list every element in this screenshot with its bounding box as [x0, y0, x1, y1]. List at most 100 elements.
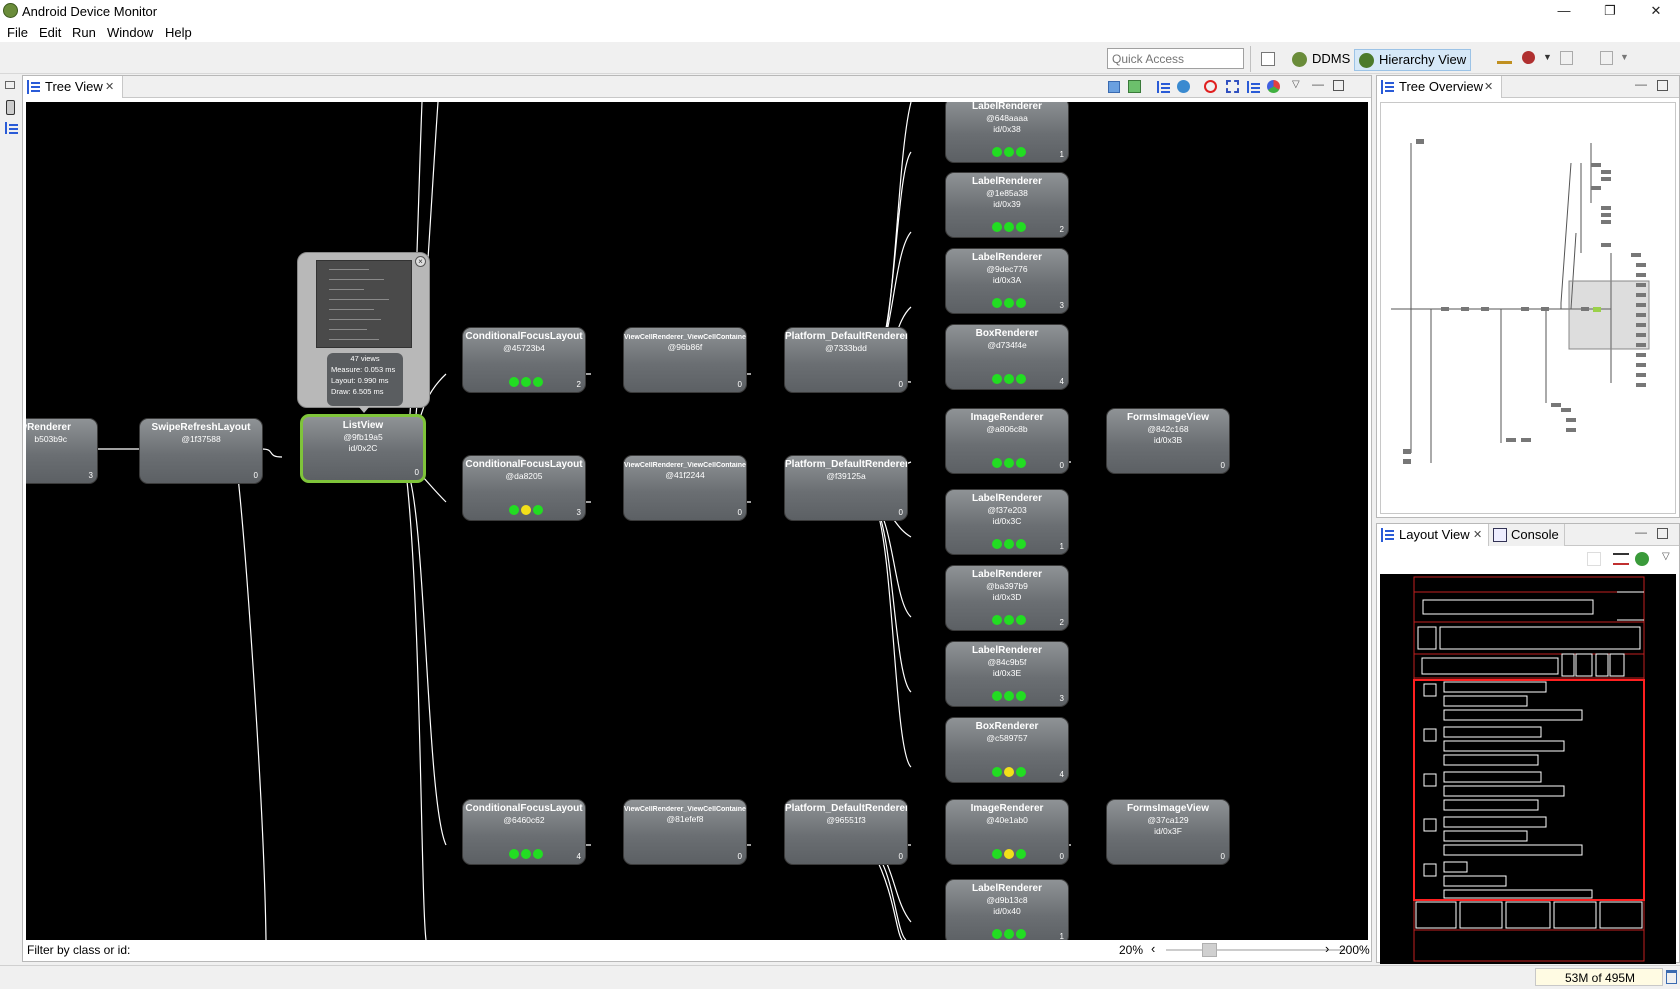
window-title: Android Device Monitor: [22, 4, 158, 19]
zoom-slider-track[interactable]: [1166, 949, 1346, 951]
perspective-hierarchy-view[interactable]: Hierarchy View: [1354, 49, 1472, 71]
load-overlay-icon[interactable]: [1613, 553, 1629, 565]
close-icon[interactable]: ×: [415, 256, 426, 267]
tree-node[interactable]: ConditionalFocusLayout @6460c62 4: [462, 799, 586, 865]
profiling-indicators: [990, 538, 1030, 549]
back-icon[interactable]: [1497, 52, 1512, 64]
tree-node[interactable]: Platform_DefaultRenderer @f39125a 0: [784, 455, 908, 521]
menu-help[interactable]: Help: [165, 25, 192, 40]
tree-node[interactable]: LabelRenderer @d9b13c8 id/0x40 1: [945, 879, 1069, 940]
tree-view-icon: [27, 80, 41, 94]
request-layout-icon[interactable]: [1226, 80, 1239, 93]
tree-node[interactable]: Platform_DefaultRenderer @96551f3 0: [784, 799, 908, 865]
app-icon: [3, 3, 18, 18]
tree-overview-canvas[interactable]: [1380, 102, 1676, 514]
zoom-out-arrow[interactable]: ‹: [1151, 941, 1155, 956]
tree-node[interactable]: LabelRenderer @1e85a38 id/0x39 2: [945, 172, 1069, 238]
invalidate-icon[interactable]: [1204, 80, 1217, 93]
tree-node[interactable]: ConditionalFocusLayout @45723b4 2: [462, 327, 586, 393]
profiling-indicators: [990, 766, 1030, 777]
tab-tree-view[interactable]: Tree View ✕: [23, 76, 123, 98]
tree-node[interactable]: LabelRenderer @648aaaa id/0x38 1: [945, 102, 1069, 163]
tree-node-selected[interactable]: ListView @9fb19a5 id/0x2C 0: [300, 414, 426, 483]
minimize-panel-icon[interactable]: —: [1635, 525, 1647, 539]
tree-node[interactable]: BoxRenderer @c589757 4: [945, 717, 1069, 783]
capture-layers-icon[interactable]: [1128, 80, 1141, 93]
profiling-indicators: [990, 614, 1030, 625]
nav-forward-icon[interactable]: [1600, 51, 1613, 65]
view-menu-icon[interactable]: ▽: [1662, 551, 1670, 562]
tree-node[interactable]: FormsImageView @842c168 id/0x3B 0: [1106, 408, 1230, 474]
load-hierarchy-icon[interactable]: [1157, 81, 1170, 93]
tree-node[interactable]: ewRenderer b503b9c 3: [26, 418, 98, 484]
left-trim-bar: [0, 75, 22, 975]
run-dropdown-icon[interactable]: ▼: [1543, 52, 1552, 62]
tree-node[interactable]: BoxRenderer @d734f4e 4: [945, 324, 1069, 390]
tab-tree-overview[interactable]: Tree Overview ✕: [1377, 76, 1502, 98]
menu-edit[interactable]: Edit: [39, 25, 61, 40]
profiling-indicators: [990, 848, 1030, 859]
tab-layout-view[interactable]: Layout View ✕: [1377, 524, 1489, 546]
tree-node[interactable]: LabelRenderer @9dec776 id/0x3A 3: [945, 248, 1069, 314]
tree-node[interactable]: ViewCellRenderer_ViewCellContainer @41f2…: [623, 455, 747, 521]
maximize-panel-icon[interactable]: [1657, 528, 1668, 539]
view-menu-icon[interactable]: ▽: [1292, 79, 1300, 90]
tree-view-icon[interactable]: [5, 122, 18, 134]
restore-icon[interactable]: [5, 81, 15, 89]
trash-icon[interactable]: [1666, 970, 1677, 984]
profiling-indicators: [507, 376, 547, 387]
maximize-panel-icon[interactable]: [1333, 80, 1344, 91]
show-extras-icon[interactable]: [1587, 552, 1601, 566]
tree-node[interactable]: LabelRenderer @ba397b9 id/0x3D 2: [945, 565, 1069, 631]
tree-node[interactable]: LabelRenderer @f37e203 id/0x3C 1: [945, 489, 1069, 555]
minimize-button[interactable]: —: [1541, 0, 1587, 22]
tab-console[interactable]: Console: [1489, 524, 1565, 546]
save-as-png-icon[interactable]: [1108, 81, 1120, 93]
profile-nodes-icon[interactable]: [1267, 80, 1280, 93]
devices-icon[interactable]: [6, 100, 15, 115]
display-view-icon[interactable]: [1177, 80, 1190, 93]
zoom-slider-thumb[interactable]: [1202, 943, 1217, 957]
profiling-indicators: [507, 848, 547, 859]
tree-view-tabstrip: Tree View ✕ ▽ —: [23, 76, 1371, 98]
tree-node[interactable]: ImageRenderer @a806c8b 0: [945, 408, 1069, 474]
minimize-panel-icon[interactable]: —: [1635, 77, 1647, 91]
tree-node[interactable]: ImageRenderer @40e1ab0 0: [945, 799, 1069, 865]
close-icon[interactable]: ✕: [1484, 76, 1493, 98]
tree-node[interactable]: FormsImageView @37ca129 id/0x3F 0: [1106, 799, 1230, 865]
tree-overview-tabstrip: Tree Overview ✕ —: [1377, 76, 1679, 98]
dump-dl-icon[interactable]: [1247, 81, 1260, 93]
nav-back-icon[interactable]: [1560, 51, 1573, 65]
quick-access-input[interactable]: [1107, 48, 1244, 69]
title-bar: Android Device Monitor — ❐ ✕: [0, 0, 1680, 22]
tree-node[interactable]: ViewCellRenderer_ViewCellContainer @96b8…: [623, 327, 747, 393]
profiling-indicators: [990, 221, 1030, 232]
layout-view-canvas[interactable]: [1380, 574, 1676, 964]
close-button[interactable]: ✕: [1633, 0, 1679, 22]
menu-file[interactable]: File: [7, 25, 28, 40]
profiling-indicators: [990, 457, 1030, 468]
close-icon[interactable]: ✕: [1473, 524, 1482, 546]
profiling-indicators: [990, 373, 1030, 384]
profiling-indicators: [990, 690, 1030, 701]
restore-button[interactable]: ❐: [1587, 0, 1633, 22]
menu-window[interactable]: Window: [107, 25, 153, 40]
tree-node[interactable]: LabelRenderer @84c9b5f id/0x3E 3: [945, 641, 1069, 707]
tree-node[interactable]: ConditionalFocusLayout @da8205 3: [462, 455, 586, 521]
perspective-ddms[interactable]: DDMS: [1288, 49, 1354, 71]
nav-dropdown-icon[interactable]: ▼: [1620, 52, 1629, 62]
open-perspective-icon[interactable]: [1261, 52, 1275, 66]
run-icon[interactable]: [1522, 51, 1535, 64]
menu-run[interactable]: Run: [72, 25, 96, 40]
minimize-panel-icon[interactable]: —: [1312, 77, 1324, 91]
filter-input[interactable]: [130, 941, 1090, 959]
tree-node[interactable]: Platform_DefaultRenderer @7333bdd 0: [784, 327, 908, 393]
heap-status-label: 53M of 495M: [1565, 971, 1636, 985]
refresh-layout-icon[interactable]: [1635, 552, 1649, 566]
close-icon[interactable]: ✕: [105, 76, 114, 98]
tree-canvas[interactable]: ewRenderer b503b9c 3 SwipeRefreshLayout …: [26, 102, 1368, 940]
zoom-in-arrow[interactable]: ›: [1325, 941, 1329, 956]
maximize-panel-icon[interactable]: [1657, 80, 1668, 91]
tree-node[interactable]: ViewCellRenderer_ViewCellContainer @81ef…: [623, 799, 747, 865]
tree-node[interactable]: SwipeRefreshLayout @1f37588 0: [139, 418, 263, 484]
